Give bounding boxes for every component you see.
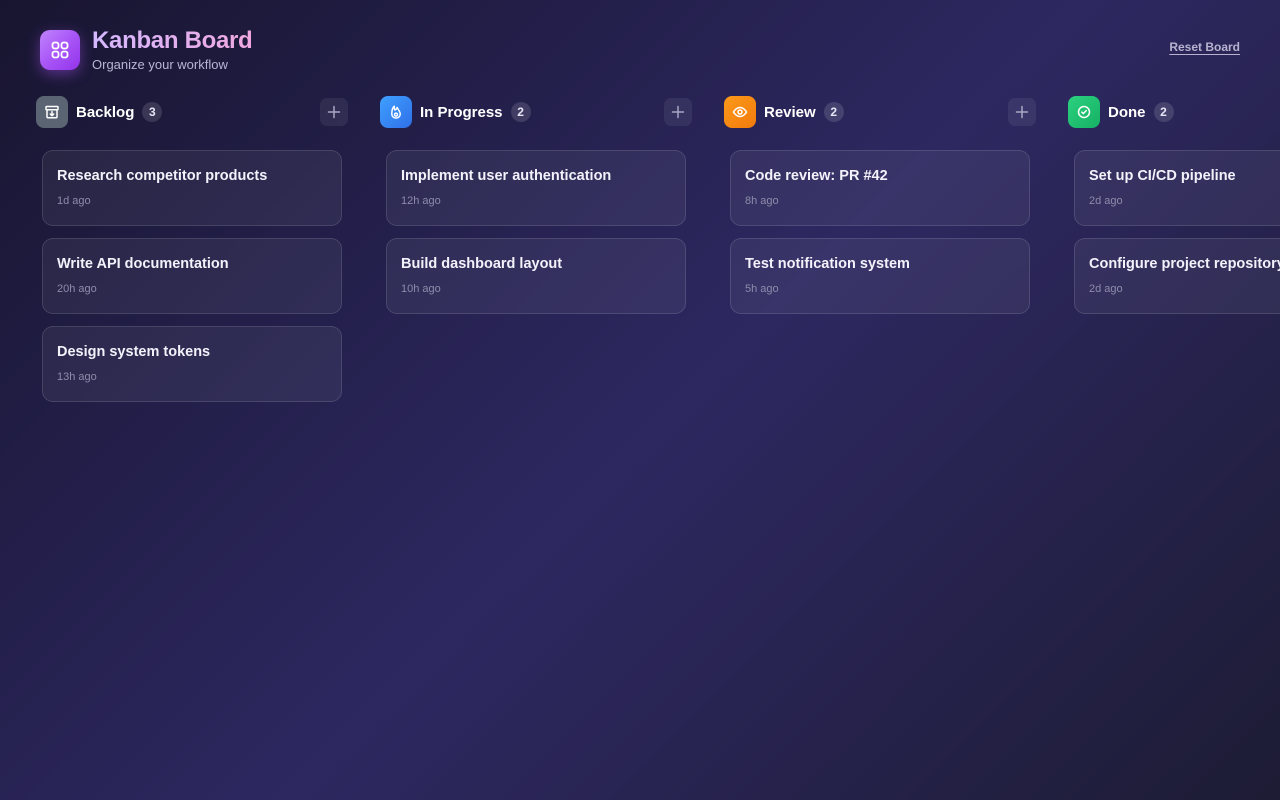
card-list: Research competitor products 1d ago Writ… <box>36 150 348 402</box>
task-card[interactable]: Research competitor products 1d ago <box>42 150 342 226</box>
card-title: Implement user authentication <box>401 168 612 184</box>
card-list: Code review: PR #42 8h ago Test notifica… <box>724 150 1036 314</box>
header: Kanban Board Organize your workflow Rese… <box>40 28 1240 72</box>
task-card[interactable]: Code review: PR #42 8h ago <box>730 150 1030 226</box>
add-card-button[interactable] <box>664 98 692 126</box>
column-title: Done <box>1108 103 1146 121</box>
card-title: Build dashboard layout <box>401 256 563 272</box>
column-header: Review 2 <box>724 96 1036 128</box>
card-timestamp: 13h ago <box>57 371 97 383</box>
card-title: Set up CI/CD pipeline <box>1089 168 1236 184</box>
flame-icon <box>380 96 412 128</box>
plus-icon <box>327 105 341 119</box>
card-list: Set up CI/CD pipeline 2d ago Configure p… <box>1068 150 1280 314</box>
grid-icon <box>40 30 80 70</box>
task-card[interactable]: Build dashboard layout 10h ago <box>386 238 686 314</box>
card-timestamp: 1d ago <box>57 195 91 207</box>
column-review: Review 2 Code review: PR #42 8h ago Test… <box>724 96 1036 402</box>
column-title: Review <box>764 103 816 121</box>
column-title: In Progress <box>420 103 503 121</box>
column-count-badge: 2 <box>510 102 531 122</box>
task-card[interactable]: Write API documentation 20h ago <box>42 238 342 314</box>
add-card-button[interactable] <box>320 98 348 126</box>
archive-icon <box>36 96 68 128</box>
column-title: Backlog <box>76 103 135 121</box>
board: Backlog 3 Research competitor products 1… <box>36 96 1280 402</box>
card-title: Test notification system <box>745 256 910 272</box>
column-header: In Progress 2 <box>380 96 692 128</box>
kanban-app: Kanban Board Organize your workflow Rese… <box>0 0 1280 800</box>
column-backlog: Backlog 3 Research competitor products 1… <box>36 96 348 402</box>
brand: Kanban Board Organize your workflow <box>40 27 253 72</box>
card-title: Write API documentation <box>57 256 229 272</box>
card-timestamp: 5h ago <box>745 283 779 295</box>
page-title: Kanban Board <box>92 27 253 54</box>
task-card[interactable]: Set up CI/CD pipeline 2d ago <box>1074 150 1280 226</box>
page-subtitle: Organize your workflow <box>92 57 228 72</box>
column-count-badge: 2 <box>1153 102 1174 122</box>
column-done: Done 2 Set up CI/CD pipeline 2d ago Conf… <box>1068 96 1280 402</box>
task-card[interactable]: Test notification system 5h ago <box>730 238 1030 314</box>
column-header: Done 2 <box>1068 96 1280 128</box>
card-title: Research competitor products <box>57 168 268 184</box>
card-timestamp: 8h ago <box>745 195 779 207</box>
card-title: Code review: PR #42 <box>745 168 888 184</box>
reset-board-button[interactable]: Reset Board <box>1169 40 1240 54</box>
column-count-badge: 3 <box>142 102 163 122</box>
plus-icon <box>671 105 685 119</box>
card-timestamp: 10h ago <box>401 283 441 295</box>
card-timestamp: 2d ago <box>1089 283 1123 295</box>
card-timestamp: 12h ago <box>401 195 441 207</box>
eye-icon <box>724 96 756 128</box>
column-header: Backlog 3 <box>36 96 348 128</box>
plus-icon <box>1015 105 1029 119</box>
check-circle-icon <box>1068 96 1100 128</box>
task-card[interactable]: Design system tokens 13h ago <box>42 326 342 402</box>
card-timestamp: 2d ago <box>1089 195 1123 207</box>
card-list: Implement user authentication 12h ago Bu… <box>380 150 692 314</box>
card-title: Configure project repository <box>1089 256 1280 272</box>
card-timestamp: 20h ago <box>57 283 97 295</box>
task-card[interactable]: Configure project repository 2d ago <box>1074 238 1280 314</box>
column-count-badge: 2 <box>823 102 844 122</box>
column-in-progress: In Progress 2 Implement user authenticat… <box>380 96 692 402</box>
card-title: Design system tokens <box>57 344 211 360</box>
add-card-button[interactable] <box>1008 98 1036 126</box>
task-card[interactable]: Implement user authentication 12h ago <box>386 150 686 226</box>
